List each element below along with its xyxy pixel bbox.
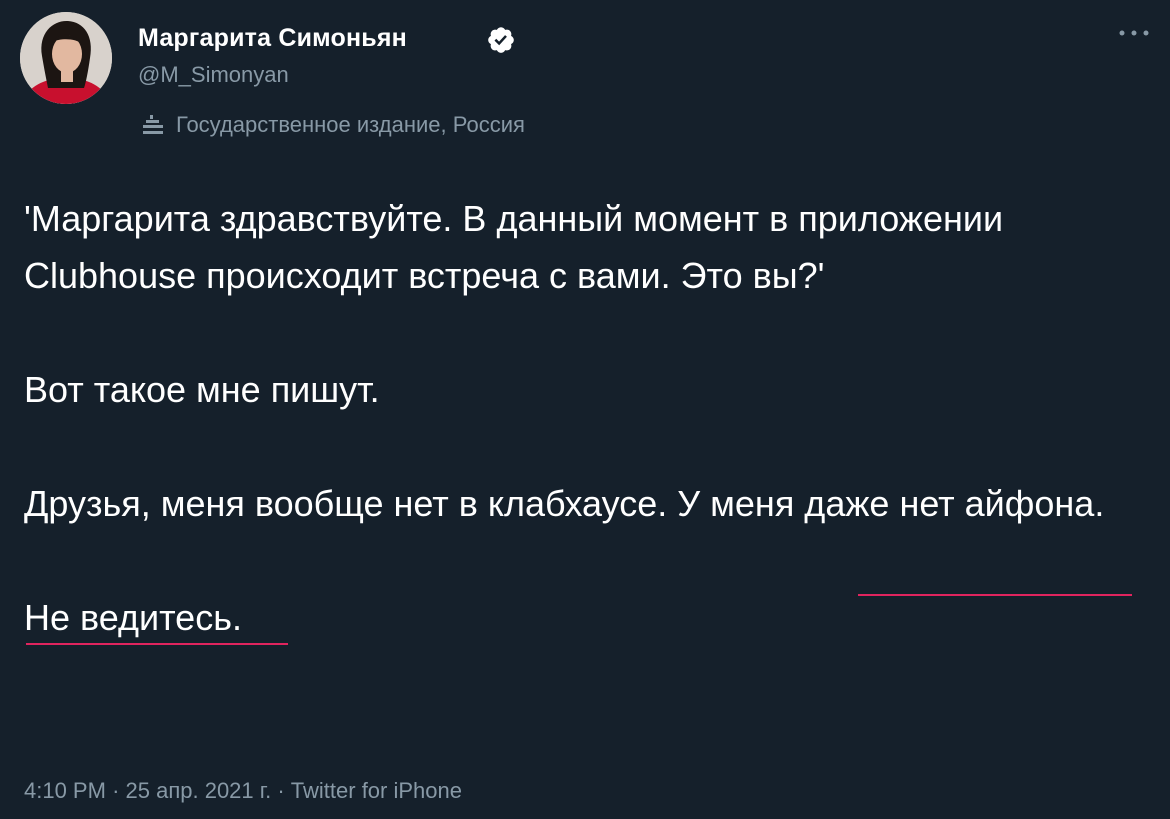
meta-separator: · — [112, 778, 120, 803]
state-media-label: Государственное издание, Россия — [176, 112, 525, 137]
account-label: Государственное издание, Россия — [140, 110, 525, 140]
user-handle[interactable]: @M_Simonyan — [138, 62, 289, 88]
meta-separator: · — [277, 778, 285, 803]
avatar[interactable] — [20, 12, 112, 104]
tweet-paragraph: Вот такое мне пишут. — [24, 369, 380, 410]
tweet-paragraph: Не ведитесь. — [24, 597, 242, 638]
tweet-card: Маргарита Симоньян @M_Simonyan Государст… — [0, 0, 1170, 819]
more-options-icon[interactable] — [1118, 28, 1150, 38]
government-media-icon — [143, 115, 163, 134]
avatar-image — [20, 12, 112, 104]
tweet-paragraph: 'Маргарита здравствуйте. В данный момент… — [24, 198, 1004, 296]
tweet-source[interactable]: Twitter for iPhone — [291, 778, 462, 803]
verified-badge-icon — [488, 27, 514, 53]
tweet-time[interactable]: 4:10 PM — [24, 778, 106, 803]
red-underline — [26, 643, 288, 645]
tweet-metadata: 4:10 PM · 25 апр. 2021 г. · Twitter for … — [24, 778, 462, 804]
red-underline — [858, 594, 1132, 596]
tweet-date[interactable]: 25 апр. 2021 г. — [126, 778, 272, 803]
tweet-paragraph: Друзья, меня вообще нет в клабхаусе. У м… — [24, 483, 1105, 524]
tweet-body: 'Маргарита здравствуйте. В данный момент… — [24, 190, 1154, 646]
display-name[interactable]: Маргарита Симоньян — [138, 24, 407, 53]
